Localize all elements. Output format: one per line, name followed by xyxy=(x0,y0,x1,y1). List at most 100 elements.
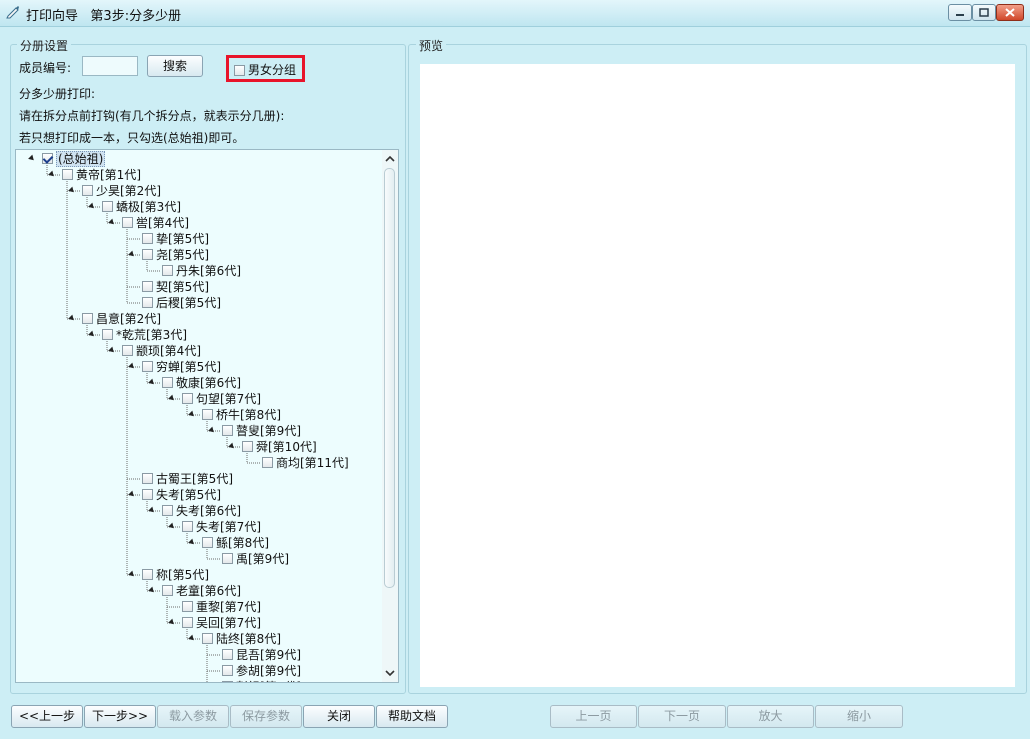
instruction-line-1: 分多少册打印: xyxy=(19,87,96,101)
help-doc-button[interactable]: 帮助文档 xyxy=(376,705,448,728)
tree-node-checkbox[interactable] xyxy=(162,265,173,276)
tree-node-label: *乾荒[第3代] xyxy=(116,328,187,342)
save-params-button[interactable]: 保存参数 xyxy=(230,705,302,728)
tree-node-label: 黄帝[第1代] xyxy=(76,168,141,182)
tree-node-checkbox[interactable] xyxy=(242,441,253,452)
tree-node-checkbox[interactable] xyxy=(142,489,153,500)
tree-node-label: 敬康[第6代] xyxy=(176,376,241,390)
zoom-out-button[interactable]: 缩小 xyxy=(815,705,903,728)
gender-group-highlight[interactable]: 男女分组 xyxy=(226,55,305,82)
tree-node-checkbox[interactable] xyxy=(82,313,93,324)
scroll-up-icon[interactable] xyxy=(385,154,395,164)
tree-node-label: 后稷[第5代] xyxy=(156,296,221,310)
instruction-line-3: 若只想打印成一本，只勾选(总始祖)即可。 xyxy=(19,131,245,145)
tree-node-label: 吴回[第7代] xyxy=(196,616,261,630)
tree-node-label: 桥牛[第8代] xyxy=(216,408,281,422)
member-id-label: 成员编号: xyxy=(19,61,72,75)
tree-node-checkbox[interactable] xyxy=(42,153,53,164)
tree-node-checkbox[interactable] xyxy=(142,473,153,484)
tree-node-label: 彭祖[第9代] xyxy=(236,679,301,682)
tree-node-checkbox[interactable] xyxy=(102,329,113,340)
tree-node-checkbox[interactable] xyxy=(202,633,213,644)
tree-node-label: 称[第5代] xyxy=(156,568,209,582)
tree-node-checkbox[interactable] xyxy=(142,233,153,244)
tree-node-label: 失考[第7代] xyxy=(196,520,261,534)
tree-node-label: 参胡[第9代] xyxy=(236,664,301,678)
window-title: 打印向导 第3步:分多少册 xyxy=(26,9,182,24)
tree-node-checkbox[interactable] xyxy=(182,521,193,532)
tree-node-checkbox[interactable] xyxy=(142,281,153,292)
tree-node-checkbox[interactable] xyxy=(222,665,233,676)
tree-node-checkbox[interactable] xyxy=(162,505,173,516)
prev-page-button[interactable]: 上一页 xyxy=(550,705,637,728)
tree-node-label: 失考[第5代] xyxy=(156,488,221,502)
printer-wizard-icon xyxy=(6,6,19,19)
preview-legend: 预览 xyxy=(416,37,447,54)
tree-node-checkbox[interactable] xyxy=(202,537,213,548)
member-id-input[interactable] xyxy=(82,56,138,76)
maximize-button[interactable] xyxy=(972,4,996,21)
tree-node-label: 句望[第7代] xyxy=(196,392,261,406)
prev-step-button[interactable]: <<上一步 xyxy=(11,705,83,728)
tree-node-checkbox[interactable] xyxy=(202,409,213,420)
tree-node-label: 颛顼[第4代] xyxy=(136,344,201,358)
close-window-button[interactable] xyxy=(996,4,1024,21)
tree-node-label: 重黎[第7代] xyxy=(196,600,261,614)
tree-node-label: 失考[第6代] xyxy=(176,504,241,518)
zoom-in-button[interactable]: 放大 xyxy=(727,705,814,728)
tree-node-label: 老童[第6代] xyxy=(176,584,241,598)
tree-node-label: 昌意[第2代] xyxy=(96,312,161,326)
tree-node-checkbox[interactable] xyxy=(122,345,133,356)
close-icon xyxy=(1005,8,1015,17)
step-indicator: 第3步:分多少册 xyxy=(90,9,182,24)
next-page-button[interactable]: 下一页 xyxy=(638,705,726,728)
tree-node-checkbox[interactable] xyxy=(182,393,193,404)
next-step-button[interactable]: 下一步>> xyxy=(84,705,156,728)
tree-node-label: 喾[第4代] xyxy=(136,216,189,230)
tree-node-checkbox[interactable] xyxy=(142,569,153,580)
tree-node-checkbox[interactable] xyxy=(222,681,233,682)
gender-group-checkbox[interactable] xyxy=(234,65,245,76)
tree-node-checkbox[interactable] xyxy=(182,617,193,628)
tree-node-checkbox[interactable] xyxy=(142,361,153,372)
tree-node-checkbox[interactable] xyxy=(102,201,113,212)
title-bar: 打印向导 第3步:分多少册 xyxy=(0,0,1030,27)
load-params-button[interactable]: 载入参数 xyxy=(157,705,229,728)
tree-node-checkbox[interactable] xyxy=(222,649,233,660)
tree-node-checkbox[interactable] xyxy=(262,457,273,468)
preview-canvas[interactable] xyxy=(420,64,1015,687)
tree-node-label: 挚[第5代] xyxy=(156,232,209,246)
instruction-line-2: 请在拆分点前打钩(有几个拆分点，就表示分几册): xyxy=(19,109,285,123)
tree-node-label: 古蜀王[第5代] xyxy=(156,472,233,486)
tree-node-checkbox[interactable] xyxy=(162,585,173,596)
tree-node-label: 鲧[第8代] xyxy=(216,536,269,550)
family-tree-view[interactable]: (总始祖) 黄帝[第1代] 少昊[第2代] 蟜极[第3代] 喾[第4代] 挚[第5代] 尧[… xyxy=(15,149,399,683)
maximize-icon xyxy=(979,8,989,17)
tree-node-label: 蟜极[第3代] xyxy=(116,200,181,214)
tree-node-checkbox[interactable] xyxy=(82,185,93,196)
search-button[interactable]: 搜索 xyxy=(147,55,203,77)
tree-node-label: 陆终[第8代] xyxy=(216,632,281,646)
tree-node-checkbox[interactable] xyxy=(222,425,233,436)
tree-node-label: 瞽叟[第9代] xyxy=(236,424,301,438)
tree-node-checkbox[interactable] xyxy=(62,169,73,180)
minimize-icon xyxy=(956,14,964,16)
scroll-down-icon[interactable] xyxy=(385,668,395,678)
minimize-button[interactable] xyxy=(948,4,972,21)
tree-node-checkbox[interactable] xyxy=(182,601,193,612)
tree-node-checkbox[interactable] xyxy=(162,377,173,388)
tree-node-label: 契[第5代] xyxy=(156,280,209,294)
close-button[interactable]: 关闭 xyxy=(303,705,375,728)
tree-node-label: 昆吾[第9代] xyxy=(236,648,301,662)
tree-node-label: 尧[第5代] xyxy=(156,248,209,262)
tree-node-checkbox[interactable] xyxy=(142,297,153,308)
split-settings-legend: 分册设置 xyxy=(17,37,72,54)
tree-node-checkbox[interactable] xyxy=(222,553,233,564)
tree-node-label: 穷蝉[第5代] xyxy=(156,360,221,374)
tree-node-checkbox[interactable] xyxy=(122,217,133,228)
tree-node-checkbox[interactable] xyxy=(142,249,153,260)
scroll-thumb[interactable] xyxy=(384,168,395,588)
tree-node-label: 丹朱[第6代] xyxy=(176,264,241,278)
tree-scrollbar[interactable] xyxy=(382,150,398,682)
tree-node-label: 少昊[第2代] xyxy=(96,184,161,198)
